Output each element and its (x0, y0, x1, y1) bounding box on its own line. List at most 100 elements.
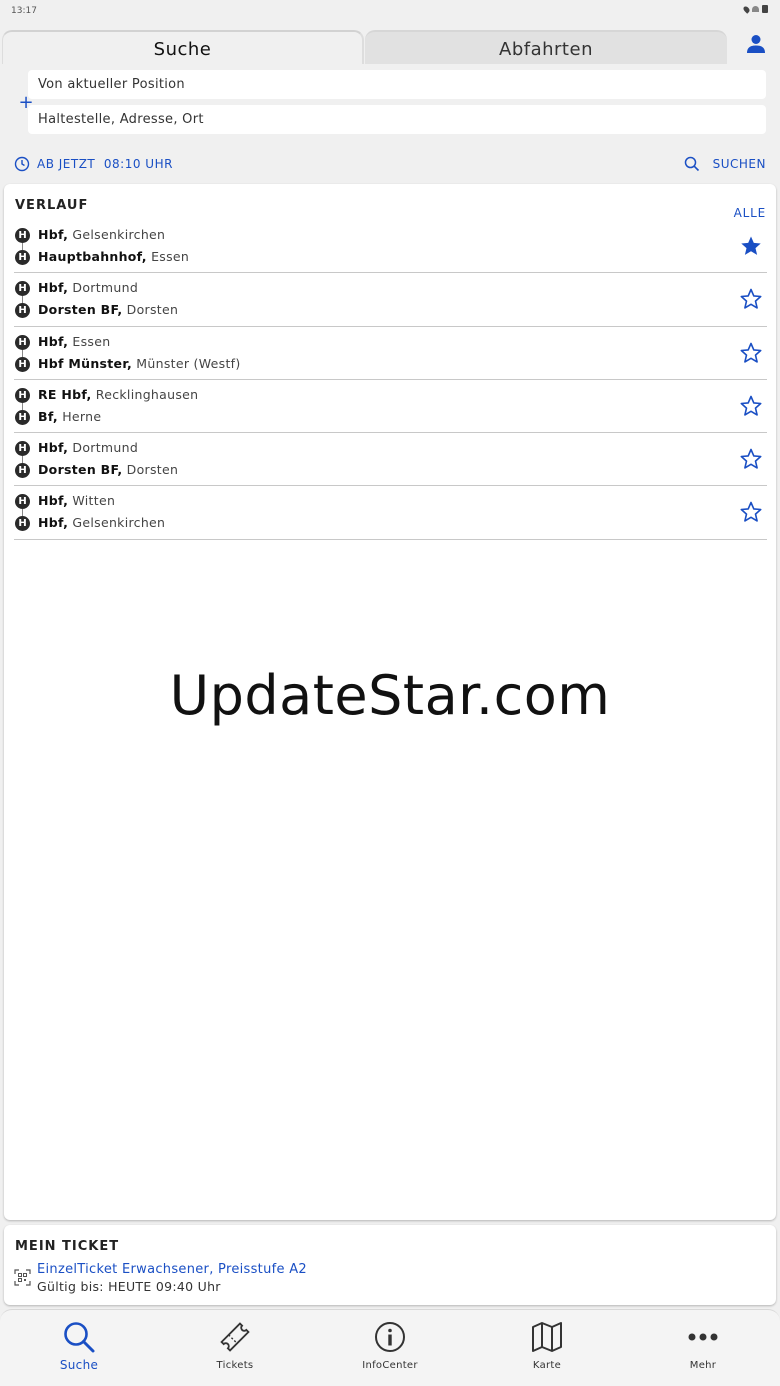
stop-h-icon: H (15, 387, 30, 403)
from-stop-city: Witten (68, 493, 116, 509)
my-ticket-title: MEIN TICKET (15, 1239, 120, 1254)
history-item[interactable]: H H Hbf, Essen Hbf Münster, Münster (Westf) (14, 327, 767, 380)
from-stop-name: Hbf, (38, 280, 69, 296)
status-icons (742, 4, 768, 14)
to-stop-city: Dorsten (122, 302, 179, 318)
stop-h-icon: H (15, 281, 30, 297)
route-connector (22, 349, 23, 357)
from-stop-name: Hbf, (38, 493, 69, 509)
from-stop-name: Hbf, (38, 333, 69, 349)
nav-label-mehr: Mehr (689, 1360, 717, 1371)
history-item[interactable]: H H Hbf, Witten Hbf, Gelsenkirchen (14, 486, 767, 540)
star-outline-icon[interactable] (740, 288, 762, 310)
more-icon (688, 1333, 718, 1341)
to-stop-name: Hbf Münster, (38, 355, 133, 371)
from-stop: Hbf, Gelsenkirchen (38, 227, 165, 242)
nav-mehr[interactable]: Mehr (653, 1320, 753, 1371)
search-button[interactable]: SUCHEN (684, 154, 766, 174)
from-stop-city: Essen (68, 333, 111, 349)
stop-h-icon: H (15, 463, 30, 479)
to-stop: Dorsten BF, Dorsten (38, 302, 178, 317)
nav-label-infocenter: InfoCenter (362, 1360, 418, 1371)
star-outline-icon[interactable] (740, 395, 762, 417)
history-title: VERLAUF (15, 198, 89, 213)
battery-icon (762, 5, 768, 13)
to-stop: Bf, Herne (38, 409, 101, 424)
from-stop: Hbf, Dortmund (38, 280, 138, 295)
from-stop: Hbf, Witten (38, 493, 115, 508)
tab-abfahrten[interactable]: Abfahrten (365, 30, 727, 64)
from-stop-city: Recklinghausen (91, 386, 199, 402)
watermark: UpdateStar.com (169, 664, 611, 727)
stop-h-icon: H (15, 441, 30, 457)
tab-bar: Suche Abfahrten (0, 30, 780, 64)
from-stop-city: Gelsenkirchen (68, 227, 166, 242)
nav-label-suche: Suche (59, 1358, 99, 1372)
ticket-name: EinzelTicket Erwachsener, Preisstufe A2 (37, 1262, 307, 1277)
info-icon (375, 1322, 405, 1352)
to-field[interactable]: Haltestelle, Adresse, Ort (28, 105, 766, 134)
nav-suche[interactable]: Suche (29, 1320, 129, 1372)
from-stop: Hbf, Dortmund (38, 440, 138, 455)
user-account-icon[interactable] (744, 32, 768, 56)
stop-h-icon: H (15, 250, 30, 265)
to-stop: Hbf, Gelsenkirchen (38, 515, 165, 530)
departure-time-button[interactable]: AB JETZT 08:10 UHR (14, 154, 173, 174)
nav-infocenter[interactable]: InfoCenter (340, 1320, 440, 1371)
from-field[interactable]: Von aktueller Position (28, 70, 766, 99)
to-stop-name: Hauptbahnhof, (38, 249, 147, 264)
search-button-label: SUCHEN (712, 157, 766, 171)
star-outline-icon[interactable] (740, 448, 762, 470)
stop-h-icon: H (15, 356, 30, 372)
to-stop-city: Gelsenkirchen (68, 515, 166, 531)
search-icon (684, 156, 699, 172)
to-stop: Dorsten BF, Dorsten (38, 462, 178, 477)
history-item[interactable]: H H Hbf, Dortmund Dorsten BF, Dorsten (14, 273, 767, 327)
from-stop-city: Dortmund (68, 280, 139, 296)
from-stop-name: Hbf, (38, 440, 69, 456)
route-connector (22, 509, 23, 517)
bottom-navigation: Suche Tickets InfoCenter Karte Mehr (0, 1309, 780, 1386)
from-stop-name: RE Hbf, (38, 386, 92, 402)
route-connector (22, 402, 23, 410)
stop-h-icon: H (15, 228, 30, 243)
history-item[interactable]: H H RE Hbf, Recklinghausen Bf, Herne (14, 380, 767, 434)
route-connector (22, 456, 23, 464)
to-stop-name: Dorsten BF, (38, 302, 123, 318)
nav-tickets[interactable]: Tickets (185, 1320, 285, 1371)
history-item[interactable]: H H Hbf, Gelsenkirchen Hauptbahnhof, Essen (14, 220, 767, 274)
stop-h-icon: H (15, 516, 30, 532)
from-stop-city: Dortmund (68, 440, 139, 456)
departure-time-label: AB JETZT 08:10 UHR (37, 157, 173, 171)
clock-icon (14, 156, 30, 172)
to-stop-city: Münster (Westf) (132, 355, 241, 371)
nav-karte[interactable]: Karte (497, 1320, 597, 1371)
ticket-icon (220, 1322, 250, 1352)
my-ticket-card[interactable]: MEIN TICKET EinzelTicket Erwachsener, Pr… (4, 1225, 776, 1305)
star-outline-icon[interactable] (740, 342, 762, 364)
to-stop-city: Herne (57, 408, 102, 424)
to-stop: Hauptbahnhof, Essen (38, 249, 189, 264)
star-filled-icon[interactable] (740, 235, 762, 257)
to-stop-city: Dorsten (122, 462, 179, 478)
route-connector (22, 243, 23, 250)
history-item[interactable]: H H Hbf, Dortmund Dorsten BF, Dorsten (14, 433, 767, 487)
search-icon (64, 1322, 95, 1353)
status-time: 13:17 (11, 6, 37, 16)
stop-h-icon: H (15, 494, 30, 510)
location-icon (742, 4, 751, 14)
star-outline-icon[interactable] (740, 501, 762, 523)
map-icon (532, 1322, 562, 1352)
show-all-link[interactable]: ALLE (734, 206, 766, 220)
status-bar: 13:17 (0, 0, 780, 24)
tab-suche[interactable]: Suche (2, 30, 364, 64)
search-form: + Von aktueller Position Haltestelle, Ad… (0, 64, 780, 180)
to-stop-name: Hbf, (38, 515, 69, 531)
nav-label-karte: Karte (532, 1360, 562, 1371)
to-stop-city: Essen (146, 249, 190, 264)
stop-h-icon: H (15, 409, 30, 425)
route-connector (22, 296, 23, 304)
nav-label-tickets: Tickets (216, 1360, 254, 1371)
wifi-icon (752, 6, 759, 12)
stop-h-icon: H (15, 334, 30, 350)
